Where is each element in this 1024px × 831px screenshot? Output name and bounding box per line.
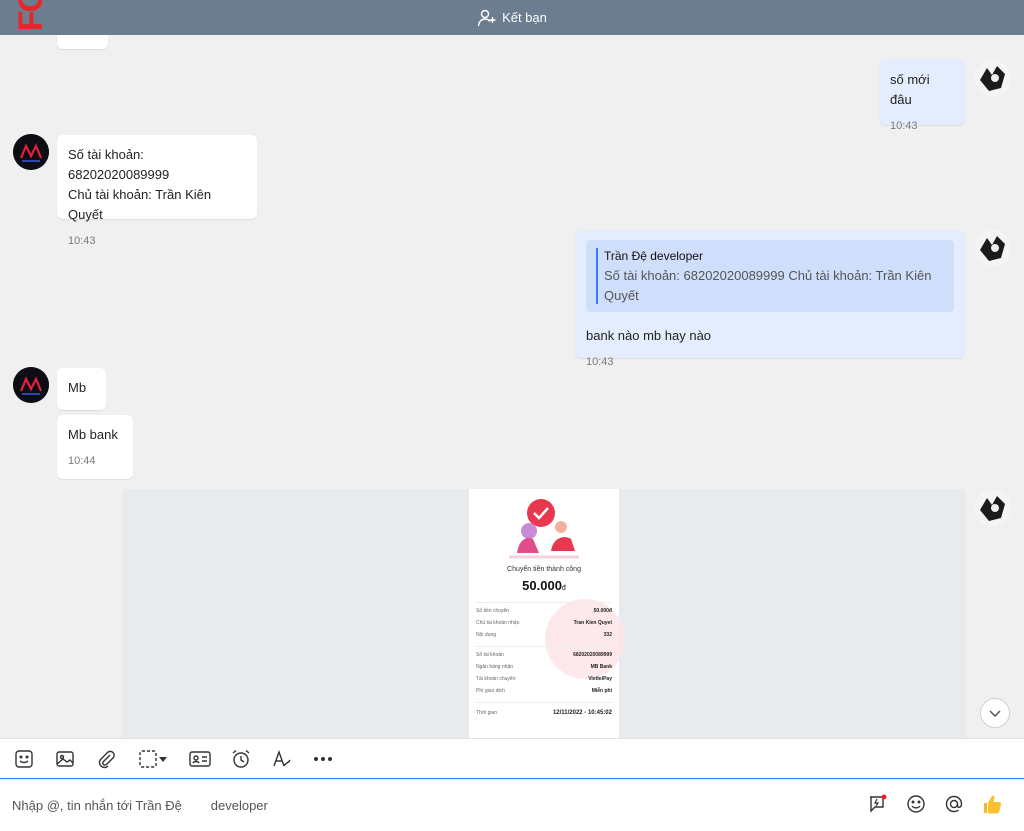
caret-down-icon	[159, 756, 167, 762]
screenshot-icon	[139, 749, 157, 768]
receipt-row-label: Tài khoản chuyển	[476, 676, 516, 682]
receipt-row: Tài khoản chuyển ViettelPay	[476, 676, 612, 682]
receipt-currency: đ	[561, 585, 566, 592]
message-list[interactable]: số mới đâu 10:43 Số tài khoản: 682020200…	[0, 35, 1024, 738]
image-icon	[56, 750, 74, 767]
receipt-row: Số tiền chuyển 50.000đ	[476, 608, 612, 614]
receipt-row-value: Tran Kien Quyet	[573, 620, 612, 626]
receipt-row: Số tài khoản 68202020089999	[476, 652, 612, 658]
receipt-title: Chuyển tiền thành công	[507, 566, 581, 573]
receipt-row-label: Số tài khoản	[476, 652, 504, 658]
receipt-row-label: Chủ tài khoản nhận	[476, 620, 520, 626]
message-text-line: Chủ tài khoản: Trần Kiên Quyết	[68, 187, 212, 222]
avatar[interactable]	[13, 134, 49, 170]
receipt-amount-row: 50.000đ	[469, 578, 619, 593]
receipt-time-value: 12/11/2022 - 10:45:02	[552, 710, 612, 716]
quick-message-button[interactable]	[866, 792, 890, 816]
attach-file-button[interactable]	[94, 747, 118, 771]
message-bubble-outgoing[interactable]: số mới đâu 10:43	[879, 59, 965, 132]
screenshot-button[interactable]	[135, 747, 171, 771]
brand-logo: FO	[12, 0, 50, 32]
receipt-amount: 50.000	[522, 578, 562, 593]
avatar[interactable]	[975, 230, 1011, 266]
receipt-row-value: 50.000đ	[593, 608, 612, 614]
paperclip-icon	[98, 750, 115, 768]
receipt-row: Nội dung 332	[476, 632, 612, 638]
more-icon	[314, 756, 332, 761]
message-bubble-partial	[57, 35, 108, 49]
text-format-icon	[273, 749, 291, 766]
reminder-button[interactable]	[229, 747, 253, 771]
message-time: 10:43	[586, 356, 614, 368]
message-text-line: Số tài khoản: 68202020089999	[68, 147, 170, 182]
quote-text: Số tài khoản: 68202020089999 Chủ tài kho…	[604, 268, 932, 303]
scroll-to-bottom-button[interactable]	[980, 698, 1010, 728]
receipt-row-value: 332	[603, 632, 612, 638]
chat-header: FO Kết bạn	[0, 0, 1024, 35]
message-text: Mb	[68, 380, 87, 395]
message-time: 10:43	[890, 120, 918, 132]
avatar[interactable]	[13, 367, 49, 403]
message-text: Mb bank	[68, 427, 118, 442]
image-button[interactable]	[53, 747, 77, 771]
message-bubble-outgoing[interactable]: Trần Đệ developer Số tài khoản: 68202020…	[575, 230, 965, 368]
message-bubble-incoming[interactable]: Mb	[57, 368, 106, 410]
text-format-button[interactable]	[270, 747, 294, 771]
like-button[interactable]	[980, 792, 1004, 816]
more-options-button[interactable]	[311, 747, 335, 771]
receipt-row: Chủ tài khoản nhận Tran Kien Quyet	[476, 620, 612, 626]
message-composer	[0, 780, 1024, 831]
message-text: bank nào mb hay nào	[586, 328, 712, 343]
receipt-row: Phí giao dịch Miễn phí	[476, 688, 612, 694]
thumbs-up-icon	[984, 795, 1002, 814]
message-input[interactable]	[12, 798, 792, 813]
receipt-row-label: Số tiền chuyển	[476, 608, 510, 614]
emoji-button[interactable]	[904, 792, 928, 816]
avatar[interactable]	[975, 490, 1011, 526]
receipt-row-label: Nội dung	[476, 632, 497, 638]
avatar[interactable]	[975, 60, 1011, 96]
message-text: số mới đâu	[890, 72, 930, 107]
success-illustration	[509, 499, 579, 559]
add-friend-label: Kết bạn	[502, 10, 547, 25]
sticker-icon	[15, 749, 33, 768]
quick-message-icon	[870, 794, 887, 813]
quote-author: Trần Đệ developer	[604, 249, 703, 263]
message-bubble-incoming[interactable]: Số tài khoản: 68202020089999 Chủ tài kho…	[57, 135, 257, 247]
receipt-row-value: 68202020089999	[573, 652, 612, 658]
receipt-row-value: MB Bank	[590, 664, 612, 670]
image-message[interactable]: Chuyển tiền thành công 50.000đ Số tiền c…	[122, 489, 966, 738]
contact-card-icon	[189, 750, 211, 767]
message-time: 10:44	[68, 455, 96, 467]
mention-button[interactable]	[942, 792, 966, 816]
contact-card-button[interactable]	[188, 747, 212, 771]
receipt-row-label: Phí giao dịch	[476, 688, 505, 694]
composer-toolbar	[0, 738, 1024, 779]
receipt-row-value: ViettelPay	[588, 676, 612, 682]
add-user-icon	[477, 9, 496, 26]
alarm-clock-icon	[232, 749, 250, 768]
receipt-time-label: Thời gian	[476, 710, 498, 716]
sticker-button[interactable]	[12, 747, 36, 771]
transfer-receipt-image[interactable]: Chuyển tiền thành công 50.000đ Số tiền c…	[469, 489, 625, 738]
receipt-row: Ngân hàng nhận MB Bank	[476, 664, 612, 670]
add-friend-button[interactable]: Kết bạn	[477, 8, 547, 28]
message-bubble-incoming[interactable]: Mb bank 10:44	[57, 415, 133, 479]
receipt-row-label: Ngân hàng nhận	[476, 664, 513, 670]
at-sign-icon	[945, 795, 963, 813]
message-time: 10:43	[68, 235, 96, 247]
chevron-down-icon	[989, 710, 1001, 718]
emoji-icon	[907, 795, 925, 813]
receipt-row-value: Miễn phí	[591, 688, 612, 694]
receipt-time-row: Thời gian 12/11/2022 - 10:45:02	[476, 710, 612, 716]
quoted-message[interactable]: Trần Đệ developer Số tài khoản: 68202020…	[586, 240, 954, 312]
